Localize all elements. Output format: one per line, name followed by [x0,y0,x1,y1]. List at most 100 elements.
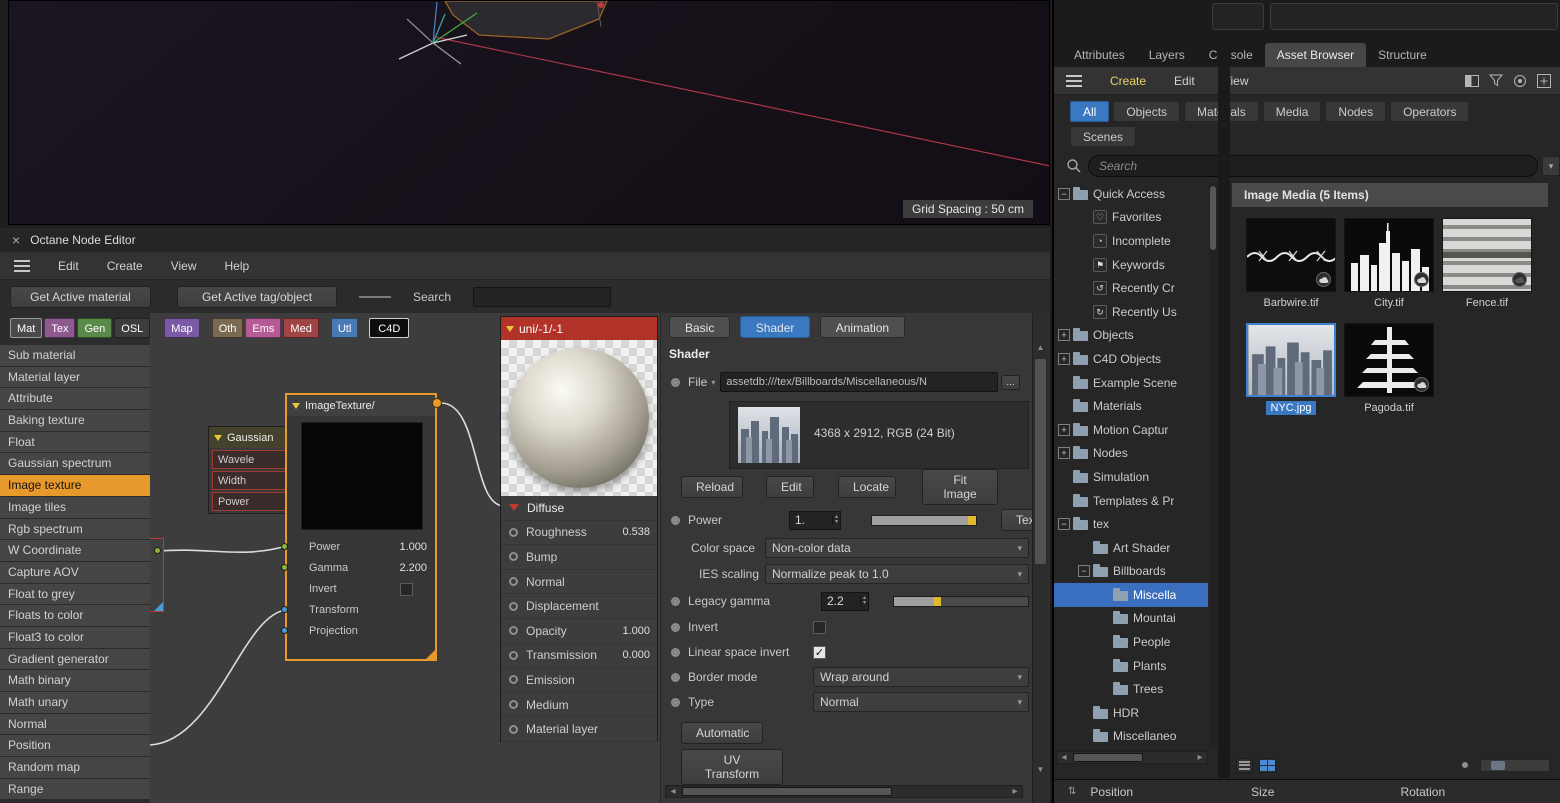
expand-box-icon[interactable]: + [1058,423,1070,436]
node-input-port[interactable] [281,564,288,571]
tree-item-incomplete[interactable]: ◔ Incomplete [1054,229,1208,253]
tab-structure[interactable]: Structure [1366,43,1439,67]
spinner-arrows-icon[interactable]: ▴ ▾ [859,595,868,606]
tree-item-motion-capture[interactable]: + Motion Captur [1054,418,1208,442]
port-ring-icon[interactable] [509,577,518,587]
tree-item-people[interactable]: People [1054,630,1208,654]
node-output-port[interactable] [432,398,442,408]
menu-create[interactable]: Create [1096,74,1160,88]
tree-item-quick-access[interactable]: − Quick Access [1054,182,1208,206]
tree-item-favorites[interactable]: ♡ Favorites [1054,206,1208,230]
node-row-transform[interactable]: Transform [289,600,435,621]
asset-item-fence[interactable]: Fence.tif [1441,218,1533,310]
menu-view[interactable]: View [1209,74,1263,88]
scroll-up-icon[interactable]: ▲ [1033,343,1048,352]
tab-mat[interactable]: Mat [10,318,43,338]
power-slider[interactable] [871,514,977,526]
list-item[interactable]: Normal [0,713,150,735]
asset-item-city[interactable]: City.tif [1343,218,1435,310]
tree-item-hdr[interactable]: HDR [1054,701,1208,725]
port-ring-icon[interactable] [509,724,518,734]
tab-animation[interactable]: Animation [819,316,906,338]
list-item[interactable]: Random map [0,757,150,778]
expand-box-icon[interactable]: + [1058,329,1070,342]
channel-opacity[interactable]: Opacity 1.000 [501,619,657,644]
channel-material-layer[interactable]: Material layer [501,717,657,742]
node-output-port[interactable] [154,547,161,554]
chevron-down-icon[interactable]: ▾ [711,378,715,387]
port-connector-icon[interactable] [671,515,680,525]
scrollbar-thumb[interactable] [1073,753,1143,762]
collapse-arrow-icon[interactable] [292,402,300,409]
list-item-selected[interactable]: Image texture [0,475,150,496]
locate-button[interactable]: Locate [838,476,896,498]
menu-view[interactable]: View [157,259,211,273]
close-icon[interactable]: × [12,232,20,248]
material-node-header[interactable]: uni/-1/-1 [501,317,657,340]
tab-basic[interactable]: Basic [669,316,731,338]
asset-item-barbwire[interactable]: Barbwire.tif [1245,218,1337,310]
port-connector-icon[interactable] [671,377,680,387]
zoom-out-dot-icon[interactable] [1462,762,1468,768]
viewport-3d[interactable]: Grid Spacing : 50 cm [8,0,1050,225]
thumbnail-size-slider[interactable] [1480,758,1550,772]
spinner-arrows-icon[interactable]: ▴ ▾ [831,514,840,525]
tex-button[interactable]: Tex [1001,509,1032,531]
node-input-port[interactable] [281,543,288,550]
port-ring-icon[interactable] [509,527,518,537]
invert-checkbox[interactable] [813,620,826,634]
channel-normal[interactable]: Normal [501,569,657,595]
toolbar-button-group[interactable] [1212,3,1264,30]
asset-search-input[interactable] [1088,155,1538,177]
get-active-tag-button[interactable]: Get Active tag/object [177,285,337,308]
node-row-gamma[interactable]: Gamma 2.200 [289,558,435,579]
scroll-right-icon[interactable]: ▸ [1008,786,1022,797]
border-mode-dropdown[interactable]: Wrap around ▾ [813,667,1029,687]
image-texture-node[interactable]: ImageTexture/ Power 1.000 Gamma 2.200 In… [281,393,442,661]
tree-item-nodes[interactable]: + Nodes [1054,442,1208,466]
scrollbar-thumb[interactable] [682,787,892,796]
asset-thumbnail[interactable] [1246,323,1336,397]
list-item[interactable]: Gradient generator [0,648,150,670]
list-item[interactable]: Attribute [0,388,150,410]
tree-item-recently-created[interactable]: ↺ Recently Cr [1054,276,1208,300]
port-connector-icon[interactable] [671,672,680,682]
tree-item-objects[interactable]: + Objects [1054,324,1208,348]
list-item[interactable]: Float to grey [0,583,150,605]
hamburger-menu-icon[interactable] [1066,74,1082,87]
menu-edit[interactable]: Edit [44,259,93,273]
grid-view-icon[interactable] [1259,757,1276,773]
list-item[interactable]: Math binary [0,670,150,691]
gamma-value-field[interactable]: 2.2 ▴ ▾ [821,591,869,611]
port-ring-icon[interactable] [509,675,518,685]
power-value-field[interactable]: 1. ▴ ▾ [789,510,841,530]
list-item[interactable]: Material layer [0,366,150,388]
color-space-dropdown[interactable]: Non-color data ▾ [765,538,1029,558]
tab-oth[interactable]: Oth [211,318,244,338]
tab-med[interactable]: Med [283,318,319,338]
type-dropdown[interactable]: Normal ▾ [813,692,1029,712]
collapse-arrow-icon[interactable] [506,325,514,332]
collapse-box-icon[interactable]: − [1078,565,1090,578]
list-item[interactable]: Range [0,778,150,800]
tree-item-materials[interactable]: Materials [1054,394,1208,418]
tree-item-miscellaneous2[interactable]: Miscellaneo [1054,725,1208,749]
filter-nodes[interactable]: Nodes [1325,101,1387,122]
channel-medium[interactable]: Medium [501,692,657,718]
port-connector-icon[interactable] [671,647,680,657]
search-options-dropdown[interactable]: ▾ [1542,156,1560,176]
tree-item-plants[interactable]: Plants [1054,654,1208,678]
collapse-box-icon[interactable]: − [1058,518,1070,531]
port-ring-icon[interactable] [509,601,518,611]
collapse-box-icon[interactable]: − [1058,187,1070,200]
menu-help[interactable]: Help [211,259,264,273]
list-item[interactable]: Position [0,735,150,757]
port-ring-icon[interactable] [509,650,518,660]
tab-osl[interactable]: OSL [114,318,151,338]
port-ring-icon[interactable] [509,700,518,710]
tab-c4d[interactable]: C4D [369,318,410,338]
toolbar-button-group[interactable] [1270,3,1558,30]
node-search-input[interactable] [473,286,612,307]
list-item[interactable]: Floats to color [0,605,150,626]
channel-emission[interactable]: Emission [501,668,657,693]
